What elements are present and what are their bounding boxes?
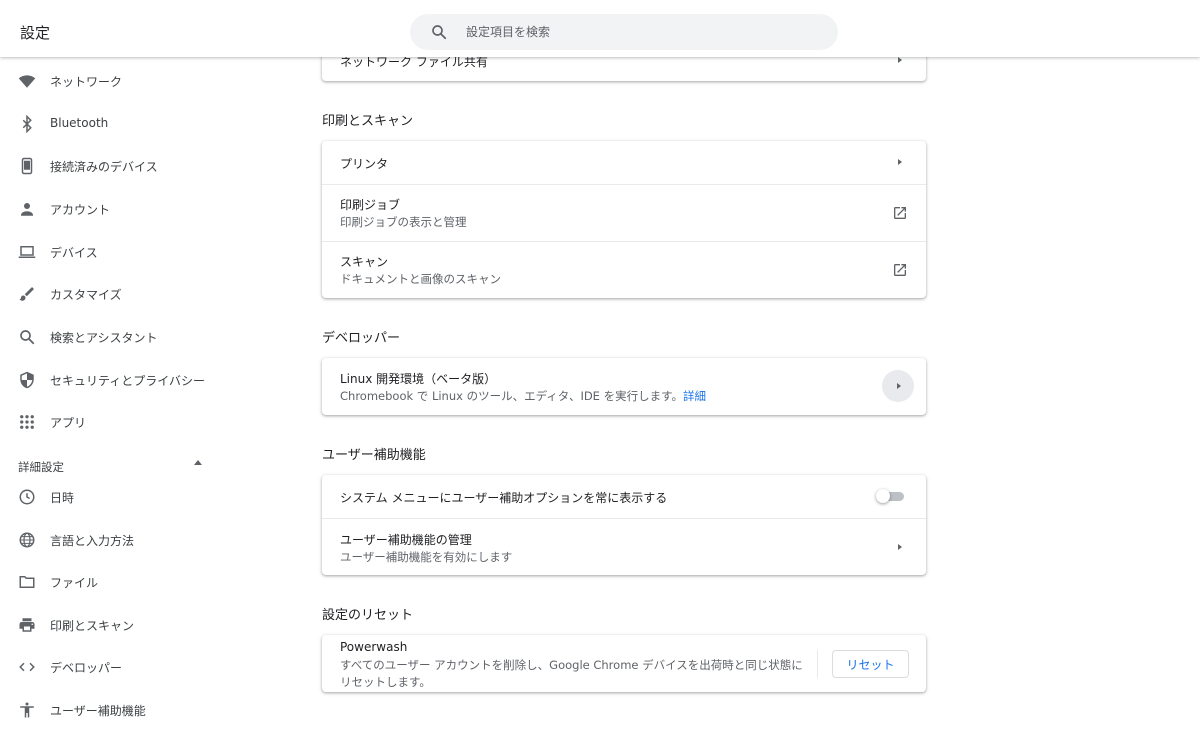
sidebar-item-network[interactable]: ネットワーク xyxy=(0,63,220,99)
show-accessibility-menu-title: システム メニューにユーザー補助オプションを常に表示する xyxy=(340,491,668,505)
sidebar-item-label: アプリ xyxy=(50,416,87,430)
person-icon xyxy=(21,203,33,216)
powerwash-title: Powerwash xyxy=(340,640,408,654)
sidebar-item-print-scan[interactable]: 印刷とスキャン xyxy=(0,607,220,643)
powerwash-description-line1: すべてのユーザー アカウントを削除し、Google Chrome デバイスを出荷… xyxy=(340,658,803,672)
print-scan-card: プリンタ 印刷ジョブ 印刷ジョブの表示と管理 スキャン ドキュメントと画像のスキ… xyxy=(322,141,926,298)
reset-button[interactable]: リセット xyxy=(832,650,909,678)
folder-icon xyxy=(19,576,35,588)
sidebar-item-label: ファイル xyxy=(50,576,99,590)
chevron-right-icon xyxy=(898,57,902,63)
sidebar-item-security-privacy[interactable]: セキュリティとプライバシー xyxy=(0,362,220,398)
search-icon xyxy=(20,330,35,345)
clock-icon xyxy=(19,489,35,505)
sidebar-item-device[interactable]: デバイス xyxy=(0,234,220,270)
scan-title: スキャン xyxy=(340,255,389,269)
sidebar-item-label: デバイス xyxy=(50,246,98,260)
printers-title: プリンタ xyxy=(340,157,389,171)
scan-subtitle: ドキュメントと画像のスキャン xyxy=(340,272,501,286)
accessibility-card: システム メニューにユーザー補助オプションを常に表示する ユーザー補助機能の管理… xyxy=(322,475,926,575)
sidebar-item-label: ユーザー補助機能 xyxy=(50,704,146,718)
laptop-icon xyxy=(18,246,36,258)
sidebar-item-label: 接続済みのデバイス xyxy=(50,160,158,174)
search-box[interactable] xyxy=(410,14,838,50)
developer-card: Linux 開発環境（ベータ版） Chromebook で Linux のツール… xyxy=(322,358,926,415)
sidebar-item-label: アカウント xyxy=(50,203,111,217)
linux-dev-env-arrow-button[interactable] xyxy=(882,370,914,402)
sidebar-item-accessibility[interactable]: ユーザー補助機能 xyxy=(0,692,220,728)
advanced-settings-label: 詳細設定 xyxy=(18,460,64,474)
brush-icon xyxy=(19,287,34,301)
shield-icon xyxy=(20,371,34,389)
powerwash-description-line2: リセットします。 xyxy=(340,675,431,689)
print-scan-section-title: 印刷とスキャン xyxy=(322,114,414,129)
sidebar-item-search-assistant[interactable]: 検索とアシスタント xyxy=(0,319,220,355)
chevron-right-icon xyxy=(898,544,902,550)
toggle-knob xyxy=(876,489,890,503)
show-accessibility-menu-row[interactable]: システム メニューにユーザー補助オプションを常に表示する xyxy=(322,475,926,518)
developer-section-title: デベロッパー xyxy=(322,331,401,346)
linux-dev-env-subtitle: Chromebook で Linux のツール、エディタ、IDE を実行します。… xyxy=(340,388,706,404)
code-icon xyxy=(19,662,35,672)
open-in-new-icon[interactable] xyxy=(892,262,908,278)
sidebar-item-accounts[interactable]: アカウント xyxy=(0,191,220,227)
phone-icon xyxy=(21,157,33,175)
sidebar-item-label: 検索とアシスタント xyxy=(50,331,158,345)
printers-row[interactable]: プリンタ xyxy=(322,141,926,184)
sidebar-item-developers[interactable]: デベロッパー xyxy=(0,649,220,685)
print-jobs-title: 印刷ジョブ xyxy=(340,198,401,212)
manage-accessibility-subtitle: ユーザー補助機能を有効にします xyxy=(340,550,513,564)
linux-dev-env-description: Chromebook で Linux のツール、エディタ、IDE を実行します。 xyxy=(340,389,683,403)
print-jobs-row[interactable]: 印刷ジョブ 印刷ジョブの表示と管理 xyxy=(322,184,926,241)
sidebar-item-files[interactable]: ファイル xyxy=(0,564,220,600)
sidebar-item-date-time[interactable]: 日時 xyxy=(0,479,220,515)
learn-more-link[interactable]: 詳細 xyxy=(683,389,706,403)
sidebar-item-label: デベロッパー xyxy=(50,661,123,675)
wifi-icon xyxy=(18,75,36,88)
sidebar-item-label: 言語と入力方法 xyxy=(50,534,135,548)
manage-accessibility-row[interactable]: ユーザー補助機能の管理 ユーザー補助機能を有効にします xyxy=(322,518,926,575)
globe-icon xyxy=(19,532,35,548)
page-title: 設定 xyxy=(20,24,51,42)
accessibility-section-title: ユーザー補助機能 xyxy=(322,448,426,463)
sidebar-item-label: Bluetooth xyxy=(50,116,109,130)
print-jobs-subtitle: 印刷ジョブの表示と管理 xyxy=(340,215,467,229)
sidebar-item-personalization[interactable]: カスタマイズ xyxy=(0,276,220,312)
sidebar-item-label: ネットワーク xyxy=(50,75,123,89)
sidebar-item-bluetooth[interactable]: Bluetooth xyxy=(0,106,220,142)
bluetooth-icon xyxy=(22,115,32,133)
top-bar: 設定 xyxy=(0,0,1200,57)
sidebar-item-label: セキュリティとプライバシー xyxy=(50,374,206,388)
sidebar-item-apps[interactable]: アプリ xyxy=(0,404,220,440)
sidebar-item-label: カスタマイズ xyxy=(50,288,122,302)
advanced-settings-toggle[interactable]: 詳細設定 xyxy=(18,456,208,474)
chevron-right-icon xyxy=(897,382,901,389)
open-in-new-icon[interactable] xyxy=(892,205,908,221)
search-icon xyxy=(432,25,447,40)
divider xyxy=(817,650,818,678)
caret-up-icon xyxy=(194,460,202,465)
linux-dev-env-row[interactable]: Linux 開発環境（ベータ版） Chromebook で Linux のツール… xyxy=(322,358,926,415)
printer-icon xyxy=(19,618,35,632)
reset-section-title: 設定のリセット xyxy=(322,608,414,623)
show-accessibility-menu-toggle[interactable] xyxy=(876,489,904,503)
sidebar-item-label: 日時 xyxy=(50,491,75,505)
powerwash-row: Powerwash すべてのユーザー アカウントを削除し、Google Chro… xyxy=(322,635,926,692)
reset-card: Powerwash すべてのユーザー アカウントを削除し、Google Chro… xyxy=(322,635,926,692)
sidebar: ネットワーク Bluetooth 接続済みのデバイス アカウント デバイス カス… xyxy=(0,57,220,749)
linux-dev-env-title: Linux 開発環境（ベータ版） xyxy=(340,372,497,386)
apps-grid-icon xyxy=(20,415,34,429)
sidebar-item-connected-devices[interactable]: 接続済みのデバイス xyxy=(0,148,220,184)
scan-row[interactable]: スキャン ドキュメントと画像のスキャン xyxy=(322,241,926,298)
sidebar-item-languages[interactable]: 言語と入力方法 xyxy=(0,522,220,558)
chevron-right-icon xyxy=(898,159,902,165)
sidebar-item-label: 印刷とスキャン xyxy=(50,619,135,633)
accessibility-icon xyxy=(20,702,34,718)
manage-accessibility-title: ユーザー補助機能の管理 xyxy=(340,533,472,547)
search-input[interactable] xyxy=(466,22,806,42)
